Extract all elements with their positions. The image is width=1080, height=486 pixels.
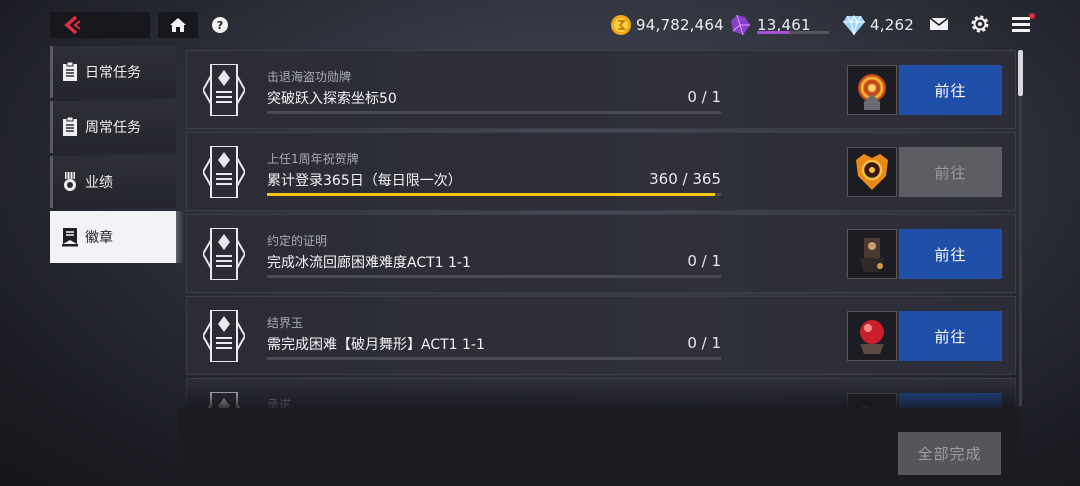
purple-crystal-icon — [731, 14, 750, 36]
task-progress-fill — [267, 193, 715, 196]
mail-button[interactable] — [928, 14, 950, 34]
diamond-counter[interactable]: 4,262 — [842, 12, 914, 38]
clipboard-icon — [63, 117, 77, 136]
menu-icon — [1012, 17, 1030, 32]
task-category: 约定的证明 — [267, 234, 328, 248]
gold-counter[interactable]: 94,782,464 — [610, 12, 724, 38]
badge-tag-icon — [203, 64, 245, 116]
clipboard-icon — [63, 62, 77, 81]
task-list[interactable]: 击退海盗功勋牌 突破跃入探索坐标50 0 / 1 前往 上任1周年祝贺牌 累计登… — [186, 48, 1016, 408]
pirate-medal-icon — [858, 74, 886, 110]
medal-icon — [64, 172, 76, 191]
task-category: 上任1周年祝贺牌 — [267, 152, 359, 166]
purple-crystal-counter[interactable]: 13,461 — [727, 12, 811, 38]
tab-badges[interactable]: 徽章 — [50, 211, 184, 263]
task-progress-bar — [267, 111, 721, 114]
task-progress-text: 0 / 1 — [687, 334, 721, 352]
badge-tag-icon — [203, 228, 245, 280]
tab-label: 徽章 — [85, 230, 113, 246]
task-row: 结界玉 需完成困难【破月舞形】ACT1 1-1 0 / 1 前往 — [186, 296, 1016, 375]
scrollbar-thumb[interactable] — [1018, 50, 1023, 96]
task-row: 约定的证明 完成冰流回廊困难难度ACT1 1-1 0 / 1 前往 — [186, 214, 1016, 293]
diamond-icon — [843, 14, 865, 36]
tab-label: 业绩 — [85, 175, 113, 191]
anniversary-medal-icon — [856, 154, 888, 190]
task-progress-bar — [267, 357, 721, 360]
reward-item[interactable] — [847, 147, 897, 197]
task-description: 需完成困难【破月舞形】ACT1 1-1 — [267, 337, 485, 353]
reward-item[interactable] — [847, 229, 897, 279]
go-button[interactable]: 前往 — [899, 229, 1002, 279]
gold-value: 94,782,464 — [636, 16, 724, 34]
top-bar: ? 94,782,464 13,461 4,262 — [0, 0, 1080, 48]
barrier-orb-icon — [860, 320, 884, 354]
tab-weekly-tasks[interactable]: 周常任务 — [50, 101, 176, 153]
task-description: 累计登录365日（每日限一次） — [267, 173, 462, 189]
tab-daily-tasks[interactable]: 日常任务 — [50, 46, 176, 98]
settings-button[interactable] — [969, 14, 991, 34]
gear-icon — [971, 15, 989, 33]
help-icon: ? — [212, 17, 228, 33]
diamond-value: 4,262 — [870, 16, 914, 34]
back-button[interactable] — [50, 12, 150, 38]
reward-item[interactable] — [847, 311, 897, 361]
task-row: 击退海盗功勋牌 突破跃入探索坐标50 0 / 1 前往 — [186, 50, 1016, 129]
proof-emblem-icon — [860, 238, 884, 272]
notification-dot — [1029, 13, 1035, 19]
reward-item[interactable] — [847, 65, 897, 115]
task-progress-text: 360 / 365 — [649, 170, 721, 188]
badge-tag-icon — [203, 146, 245, 198]
badge-icon — [62, 228, 78, 247]
scrollbar-track[interactable] — [1019, 50, 1022, 406]
task-row: 上任1周年祝贺牌 累计登录365日（每日限一次） 360 / 365 前往 — [186, 132, 1016, 211]
task-progress-bar — [267, 193, 721, 196]
go-button[interactable]: 前往 — [899, 65, 1002, 115]
task-progress-bar — [267, 275, 721, 278]
home-button[interactable] — [158, 12, 198, 38]
mail-icon — [929, 17, 949, 30]
tab-label: 日常任务 — [85, 65, 141, 81]
sidebar: 日常任务 周常任务 业绩 徽章 — [50, 46, 184, 266]
task-progress-text: 0 / 1 — [687, 252, 721, 270]
tab-label: 周常任务 — [85, 120, 141, 136]
bottom-panel — [178, 408, 1020, 486]
back-chevron-icon — [64, 15, 81, 35]
go-button[interactable]: 前往 — [899, 311, 1002, 361]
help-button[interactable]: ? — [200, 12, 240, 38]
purple-crystal-progress-fill — [757, 31, 790, 34]
complete-all-button[interactable]: 全部完成 — [898, 432, 1001, 475]
task-category: 击退海盗功勋牌 — [267, 70, 352, 84]
task-description: 突破跃入探索坐标50 — [267, 91, 397, 107]
task-description: 完成冰流回廊困难难度ACT1 1-1 — [267, 255, 471, 271]
task-progress-text: 0 / 1 — [687, 88, 721, 106]
purple-crystal-progress — [757, 31, 829, 34]
tab-achievements[interactable]: 业绩 — [50, 156, 176, 208]
go-button-disabled[interactable]: 前往 — [899, 147, 1002, 197]
badge-tag-icon — [203, 310, 245, 362]
task-category: 结界玉 — [267, 316, 304, 330]
list-fade-overlay — [186, 380, 1016, 408]
home-icon — [170, 18, 186, 32]
gold-coin-icon — [611, 15, 631, 35]
